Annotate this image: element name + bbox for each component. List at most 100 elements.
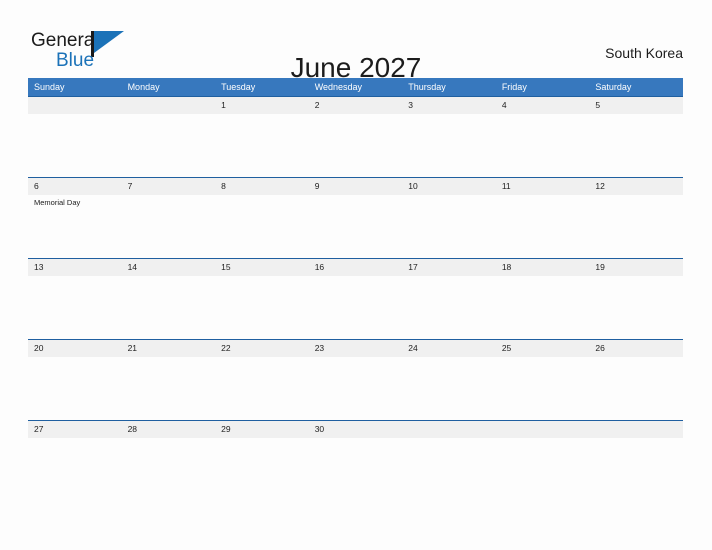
day-number[interactable]: 17	[402, 259, 496, 276]
day-cell[interactable]	[589, 357, 683, 420]
day-cell[interactable]	[28, 276, 122, 339]
day-number[interactable]: 24	[402, 340, 496, 357]
day-number[interactable]: 6	[28, 178, 122, 195]
day-cell[interactable]	[496, 357, 590, 420]
day-cell	[28, 114, 122, 177]
day-cell[interactable]	[402, 195, 496, 258]
calendar-week-row: 27 28 29 30	[28, 420, 683, 501]
day-number[interactable]: 7	[122, 178, 216, 195]
day-number[interactable]: 14	[122, 259, 216, 276]
day-cell[interactable]	[309, 438, 403, 501]
calendar-weeks: 1 2 3 4 5 6 7 8 9 10 11 12 Memorial Day 13 14 15 16 17 18 1…	[28, 96, 683, 501]
day-number[interactable]: 5	[589, 97, 683, 114]
weekday-header-friday: Friday	[501, 82, 527, 92]
event-band	[28, 276, 683, 339]
day-number[interactable]: 28	[122, 421, 216, 438]
weekday-header-saturday: Saturday	[595, 82, 632, 92]
calendar-week-row: 6 7 8 9 10 11 12 Memorial Day	[28, 177, 683, 258]
day-number[interactable]: 10	[402, 178, 496, 195]
flag-sail	[94, 31, 124, 53]
day-cell[interactable]	[122, 276, 216, 339]
page-header: General Blue June 2027 South Korea	[0, 0, 712, 83]
day-cell[interactable]	[309, 195, 403, 258]
day-cell[interactable]	[28, 357, 122, 420]
day-number[interactable]: 26	[589, 340, 683, 357]
weekday-header-thursday: Thursday	[408, 82, 446, 92]
day-cell[interactable]	[589, 114, 683, 177]
calendar-week-row: 20 21 22 23 24 25 26	[28, 339, 683, 420]
day-cell[interactable]	[309, 357, 403, 420]
date-number-band: 13 14 15 16 17 18 19	[28, 258, 683, 276]
day-cell	[402, 438, 496, 501]
day-number[interactable]: 22	[215, 340, 309, 357]
day-number[interactable]: 16	[309, 259, 403, 276]
day-number[interactable]: 23	[309, 340, 403, 357]
day-number[interactable]: 18	[496, 259, 590, 276]
day-cell[interactable]	[215, 114, 309, 177]
day-cell[interactable]	[589, 276, 683, 339]
day-cell	[589, 438, 683, 501]
day-number[interactable]: 19	[589, 259, 683, 276]
day-number[interactable]: 11	[496, 178, 590, 195]
day-cell[interactable]	[496, 114, 590, 177]
country-label: South Korea	[605, 45, 683, 61]
day-cell	[496, 438, 590, 501]
day-number[interactable]: 13	[28, 259, 122, 276]
day-number[interactable]: 21	[122, 340, 216, 357]
day-number-empty	[402, 421, 496, 438]
day-number-empty	[28, 97, 122, 114]
day-number-empty	[589, 421, 683, 438]
date-number-band: 6 7 8 9 10 11 12	[28, 177, 683, 195]
day-cell[interactable]	[496, 276, 590, 339]
day-cell[interactable]	[215, 357, 309, 420]
day-cell[interactable]	[589, 195, 683, 258]
day-number-empty	[122, 97, 216, 114]
calendar-week-row: 13 14 15 16 17 18 19	[28, 258, 683, 339]
day-number[interactable]: 8	[215, 178, 309, 195]
logo-text-general: General	[31, 30, 99, 51]
day-cell[interactable]	[402, 357, 496, 420]
weekday-header-row: Sunday Monday Tuesday Wednesday Thursday Frid…	[28, 78, 683, 96]
day-number[interactable]: 9	[309, 178, 403, 195]
day-cell[interactable]	[28, 438, 122, 501]
weekday-header-tuesday: Tuesday	[221, 82, 256, 92]
day-number[interactable]: 4	[496, 97, 590, 114]
date-number-band: 27 28 29 30	[28, 420, 683, 438]
weekday-header-wednesday: Wednesday	[314, 82, 363, 92]
day-cell[interactable]	[309, 114, 403, 177]
day-cell[interactable]	[402, 276, 496, 339]
day-cell[interactable]	[215, 276, 309, 339]
calendar-week-row: 12345	[28, 96, 683, 177]
day-number[interactable]: 25	[496, 340, 590, 357]
day-number[interactable]: 30	[309, 421, 403, 438]
date-number-band: 12345	[28, 96, 683, 114]
calendar-page: General Blue June 2027 South Korea Sunda…	[0, 0, 712, 550]
day-number-empty	[496, 421, 590, 438]
day-cell[interactable]	[496, 195, 590, 258]
event-band	[28, 114, 683, 177]
event-band	[28, 438, 683, 501]
day-cell[interactable]	[122, 438, 216, 501]
weekday-header-monday: Monday	[127, 82, 160, 92]
day-cell	[122, 114, 216, 177]
day-cell[interactable]	[122, 357, 216, 420]
event-band: Memorial Day	[28, 195, 683, 258]
day-number[interactable]: 2	[309, 97, 403, 114]
calendar-grid: Sunday Monday Tuesday Wednesday Thursday Frid…	[28, 78, 683, 501]
event-band	[28, 357, 683, 420]
day-cell[interactable]	[122, 195, 216, 258]
day-cell[interactable]	[309, 276, 403, 339]
day-number[interactable]: 15	[215, 259, 309, 276]
day-number[interactable]: 20	[28, 340, 122, 357]
day-cell[interactable]	[215, 438, 309, 501]
weekday-header-sunday: Sunday	[34, 82, 65, 92]
day-number[interactable]: 27	[28, 421, 122, 438]
day-number[interactable]: 29	[215, 421, 309, 438]
day-cell[interactable]	[215, 195, 309, 258]
event-label: Memorial Day	[34, 198, 81, 207]
day-cell[interactable]: Memorial Day	[28, 195, 122, 258]
day-cell[interactable]	[402, 114, 496, 177]
day-number[interactable]: 12	[589, 178, 683, 195]
day-number[interactable]: 3	[402, 97, 496, 114]
day-number[interactable]: 1	[215, 97, 309, 114]
